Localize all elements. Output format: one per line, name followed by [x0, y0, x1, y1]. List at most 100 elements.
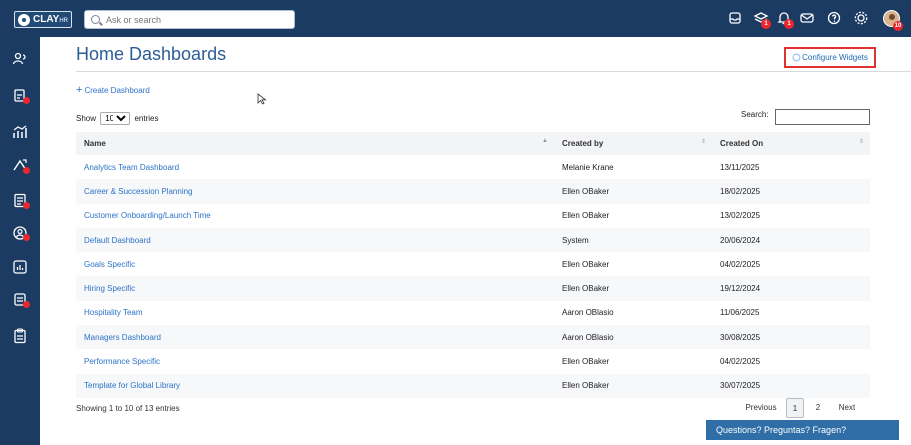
table-row: Customer Onboarding/Launch Time Ellen OBa…	[76, 203, 870, 228]
table-info: Showing 1 to 10 of 13 entries	[76, 404, 180, 413]
table-row: Analytics Team Dashboard Melanie Krane 13/…	[76, 155, 870, 180]
entries-label: entries	[134, 114, 159, 123]
sidebar	[0, 37, 40, 445]
table-row: Managers Dashboard Aaron OBlasio 30/08/202…	[76, 325, 870, 350]
top-bar: CLAY HR 1 1 10	[0, 0, 911, 37]
settings-icon[interactable]	[853, 10, 869, 26]
create-dashboard-link[interactable]: + Create Dashboard	[76, 84, 150, 96]
created-on-cell: 13/11/2025	[720, 162, 760, 172]
tasks-alert-dot	[23, 301, 30, 308]
column-created-on-label: Created On	[720, 139, 764, 148]
created-on-cell: 11/06/2025	[720, 308, 760, 318]
next-button[interactable]: Next	[834, 398, 860, 418]
clayhr-logo[interactable]: CLAY HR	[14, 11, 72, 28]
created-on-cell: 30/07/2025	[720, 381, 761, 391]
person-alert-dot	[23, 234, 30, 241]
tasks-icon[interactable]	[11, 291, 30, 309]
created-on-cell: 04/02/2025	[720, 357, 761, 367]
sort-icon: ⇕	[700, 139, 706, 145]
report-icon[interactable]	[11, 87, 30, 105]
created-by-cell: Ellen OBaker	[562, 284, 610, 294]
help-widget-button[interactable]: Questions? Preguntas? Fragen?	[706, 420, 899, 440]
dashboard-name-link[interactable]: Performance Specific	[76, 349, 554, 373]
search-icon	[91, 15, 100, 24]
help-icon[interactable]	[826, 10, 842, 26]
entries-select[interactable]: 10	[100, 112, 131, 125]
table-row: Hospitality Team Aaron OBlasio 11/06/2025	[76, 300, 870, 326]
chart-icon[interactable]	[11, 258, 29, 276]
bell-icon[interactable]: 1	[776, 10, 794, 29]
app-window: CLAY HR 1 1 10	[0, 0, 911, 445]
title-divider	[76, 71, 911, 72]
page-title: Home Dashboards	[76, 44, 227, 64]
created-by-cell: Ellen OBaker	[562, 211, 610, 221]
created-on-cell: 20/06/2024	[720, 235, 761, 245]
column-name[interactable]: Name ▲	[76, 132, 554, 155]
dashboard-name-link[interactable]: Goals Specific	[76, 252, 554, 276]
created-by-cell: Ellen OBaker	[562, 186, 610, 196]
inbox-icon[interactable]	[727, 10, 743, 26]
logo-mark-icon	[18, 14, 30, 26]
dashboard-name-link[interactable]: Default Dashboard	[76, 228, 554, 252]
created-on-cell: 30/08/2025	[720, 332, 761, 342]
created-by-cell: System	[562, 235, 589, 245]
created-by-cell: Melanie Krane	[562, 162, 614, 172]
configure-widgets-button[interactable]: Configure Widgets	[784, 47, 876, 68]
global-search[interactable]	[84, 10, 295, 29]
dashboard-name-link[interactable]: Customer Onboarding/Launch Time	[76, 204, 554, 228]
show-entries-control: Show 10 entries	[76, 112, 159, 125]
created-on-cell: 18/02/2025	[720, 186, 761, 196]
plus-icon: +	[76, 84, 83, 96]
sort-asc-icon: ▲	[542, 138, 548, 144]
notifications-badge: 1	[784, 19, 794, 29]
clipboard-icon[interactable]	[11, 327, 29, 345]
column-created-on[interactable]: Created On ⇕	[712, 132, 870, 155]
dashboard-name-link[interactable]: Template for Global Library	[76, 374, 554, 398]
global-search-input[interactable]	[106, 13, 286, 26]
show-label: Show	[76, 114, 97, 123]
created-by-cell: Aaron OBlasio	[562, 332, 614, 342]
dashboard-name-link[interactable]: Career & Succession Planning	[76, 179, 554, 203]
table-row: Career & Succession Planning Ellen OBaker…	[76, 179, 870, 204]
dashboard-name-link[interactable]: Hiring Specific	[76, 276, 554, 300]
created-by-cell: Ellen OBaker	[562, 357, 610, 367]
layers-badge: 1	[761, 19, 771, 29]
dashboard-name-link[interactable]: Hospitality Team	[76, 301, 554, 325]
dashboard-name-link[interactable]: Analytics Team Dashboard	[76, 155, 554, 179]
column-created-by-label: Created by	[562, 139, 604, 148]
create-dashboard-label: Create Dashboard	[84, 86, 150, 95]
document-icon[interactable]	[11, 192, 30, 210]
page-1-button[interactable]: 1	[786, 398, 804, 418]
mail-icon[interactable]	[799, 10, 815, 26]
avatar-badge: 10	[893, 21, 903, 31]
table-row: Hiring Specific Ellen OBaker 19/12/2024	[76, 276, 870, 301]
created-on-cell: 19/12/2024	[720, 284, 761, 294]
column-created-by[interactable]: Created by ⇕	[554, 132, 712, 155]
page-2-button[interactable]: 2	[809, 398, 827, 418]
created-by-cell: Ellen OBaker	[562, 381, 610, 391]
column-name-label: Name	[84, 139, 106, 148]
configure-widgets-label: Configure Widgets	[802, 53, 868, 62]
table-row: Default Dashboard System 20/06/2024	[76, 227, 870, 253]
table-row: Performance Specific Ellen OBaker 04/02/20…	[76, 349, 870, 374]
table-row: Goals Specific Ellen OBaker 04/02/2025	[76, 252, 870, 277]
main-content: Home Dashboards Configure Widgets + Creat…	[40, 37, 911, 445]
created-on-cell: 13/02/2025	[720, 211, 761, 221]
logo-sub-text: HR	[59, 18, 68, 24]
created-by-cell: Aaron OBlasio	[562, 308, 614, 318]
analytics-icon[interactable]	[11, 123, 29, 141]
users-icon[interactable]	[11, 50, 29, 68]
person-icon[interactable]	[11, 224, 30, 242]
configure-icon	[792, 53, 801, 62]
report-alert-dot	[23, 97, 30, 104]
mouse-pointer-icon	[257, 93, 267, 105]
document-alert-dot	[23, 202, 30, 209]
table-search-input[interactable]	[775, 109, 870, 125]
goals-icon[interactable]	[11, 157, 30, 175]
previous-button[interactable]: Previous	[743, 398, 779, 418]
layers-icon[interactable]: 1	[753, 10, 771, 29]
dashboard-name-link[interactable]: Managers Dashboard	[76, 325, 554, 349]
created-by-cell: Ellen OBaker	[562, 259, 610, 269]
table-search: Search:	[741, 109, 870, 125]
table-row: Template for Global Library Ellen OBaker 3…	[76, 373, 870, 398]
